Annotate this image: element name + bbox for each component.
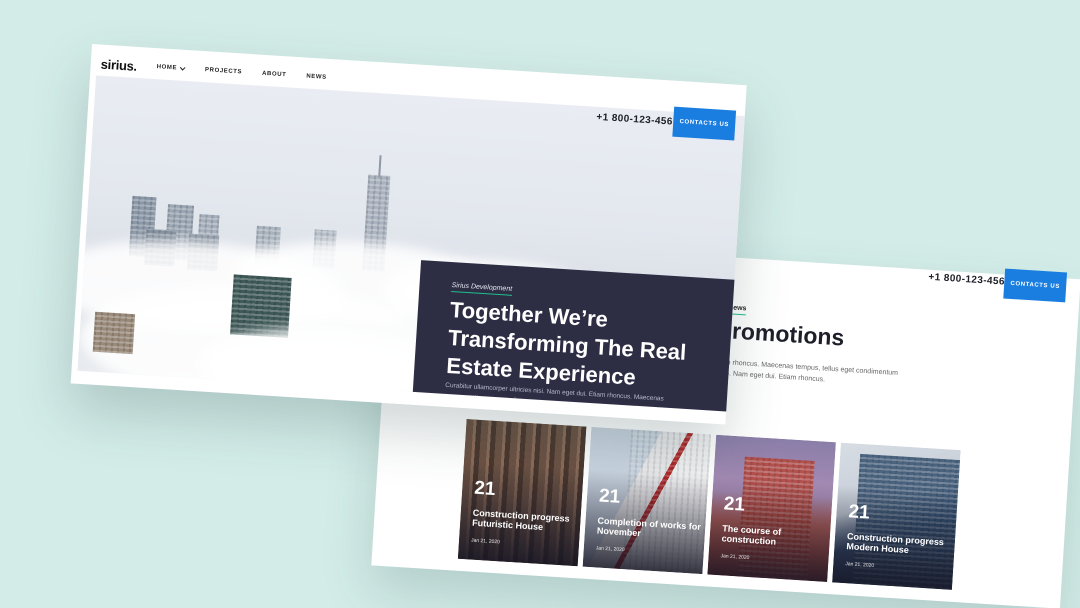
mockup-stage: +1 800-123-4567 CONTACTS US News Promoti… xyxy=(0,0,1080,608)
nav-item-label: ABOUT xyxy=(261,70,287,79)
nav-item-projects[interactable]: PROJECTS xyxy=(205,67,242,75)
nav-item-home[interactable]: HOME xyxy=(156,64,186,72)
news-card[interactable]: 21 Construction progress Modern House Ja… xyxy=(832,442,961,590)
news-phone-number[interactable]: +1 800-123-4567 xyxy=(928,272,1011,288)
building xyxy=(92,311,136,355)
news-contacts-button[interactable]: CONTACTS US xyxy=(1003,268,1068,303)
site-logo[interactable]: sirius. xyxy=(100,57,137,74)
news-card-day: 21 xyxy=(847,501,871,524)
news-card[interactable]: 21 Construction progress Futuristic Hous… xyxy=(457,419,587,567)
news-card[interactable]: 21 Completion of works for November Jan … xyxy=(582,426,712,575)
chevron-down-icon xyxy=(180,64,186,71)
nav-item-label: NEWS xyxy=(306,73,327,81)
contacts-button[interactable]: CONTACTS US xyxy=(672,106,737,141)
hero-tag: Sirius Development xyxy=(451,282,513,296)
tower-spire xyxy=(378,155,382,178)
nav-item-news[interactable]: NEWS xyxy=(306,74,327,81)
news-card[interactable]: 21 The course of construction Jan 21, 20… xyxy=(707,434,836,583)
news-card-day: 21 xyxy=(598,485,621,508)
nav-item-label: HOME xyxy=(156,64,178,72)
news-card-day: 21 xyxy=(473,477,497,500)
news-section-title: Promotions xyxy=(715,316,846,351)
hero-panel: Sirius Development Together We’re Transf… xyxy=(411,260,739,412)
news-section-text: Etiam rhoncus. Maecenas tempus, tellus e… xyxy=(711,358,899,384)
nav-item-about[interactable]: ABOUT xyxy=(262,71,287,79)
foreground-building xyxy=(230,274,292,338)
home-page-card: sirius. HOME PROJECTS ABOUT NEWS Sirius … xyxy=(70,44,747,425)
nav-item-label: PROJECTS xyxy=(204,67,243,76)
news-card-day: 21 xyxy=(723,493,746,516)
main-nav: HOME PROJECTS ABOUT NEWS xyxy=(156,64,326,81)
